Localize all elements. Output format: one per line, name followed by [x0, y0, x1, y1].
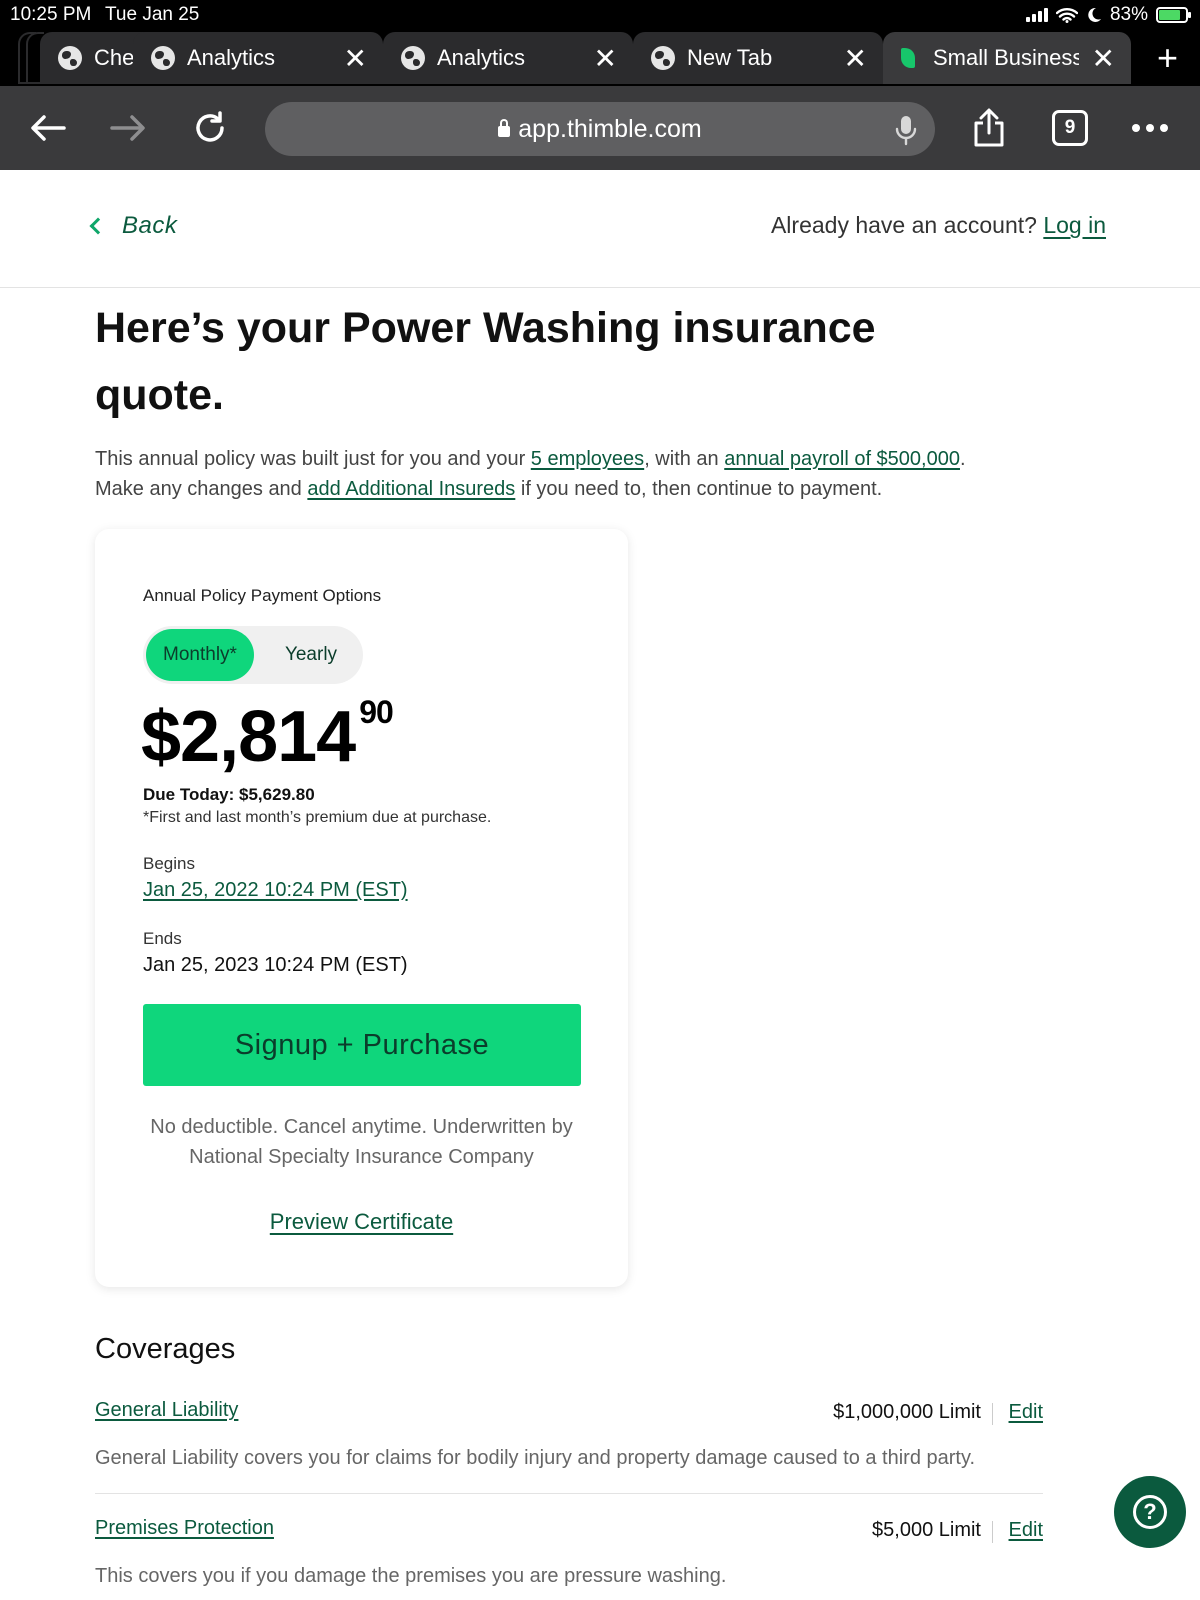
- coverage-description: General Liability covers you for claims …: [95, 1447, 976, 1469]
- intro-text-segment: , with an: [644, 448, 725, 470]
- share-icon[interactable]: [967, 106, 1011, 150]
- cellular-signal-icon: [1025, 8, 1048, 22]
- signup-purchase-button[interactable]: Signup + Purchase: [143, 1004, 581, 1086]
- battery-percent: 83%: [1109, 4, 1148, 25]
- intro-text-segment: .: [959, 448, 966, 470]
- forward-arrow-icon[interactable]: [106, 106, 150, 150]
- tab-title: Analytics: [187, 45, 276, 70]
- intro-text: This annual policy was built just for yo…: [95, 444, 1095, 504]
- price-dollars: $2,814: [141, 697, 356, 777]
- status-bar: 10:25 PM Tue Jan 25 83%: [0, 0, 1200, 30]
- tab-title: New Tab: [687, 45, 773, 70]
- status-indicators: 83%: [1025, 4, 1191, 26]
- close-tab-icon[interactable]: ✕: [594, 42, 617, 75]
- ends-date: Jan 25, 2023 10:24 PM (EST): [143, 954, 408, 976]
- address-bar[interactable]: app.thimble.com: [265, 102, 935, 156]
- begins-label: Begins: [143, 854, 195, 873]
- coverage-limit: $1,000,000 Limit: [833, 1401, 981, 1423]
- coverage-description: This covers you if you damage the premis…: [95, 1565, 727, 1587]
- tab-analytics-2[interactable]: Analytics ✕: [383, 32, 633, 84]
- more-menu-icon[interactable]: [1132, 124, 1168, 132]
- moon-icon: [1088, 7, 1101, 22]
- address-url: app.thimble.com: [518, 114, 702, 143]
- new-tab-button[interactable]: +: [1157, 38, 1178, 78]
- divider: [95, 1493, 1043, 1494]
- intro-text-segment: This annual policy was built just for yo…: [95, 448, 531, 470]
- general-liability-link[interactable]: General Liability: [95, 1399, 238, 1422]
- coverage-limit: $5,000 Limit: [872, 1519, 981, 1541]
- globe-icon: [401, 46, 425, 70]
- tab-analytics-1[interactable]: Analytics ✕: [133, 32, 383, 84]
- tab-title: Small Business: [933, 45, 1079, 70]
- tab-new-tab[interactable]: New Tab ✕: [633, 32, 883, 84]
- back-label: Back: [122, 212, 178, 239]
- login-link[interactable]: Log in: [1043, 212, 1106, 238]
- back-link[interactable]: Back: [86, 212, 177, 240]
- chevron-left-icon: [89, 217, 107, 235]
- tab-strip: Che Analytics ✕ Analytics ✕ New Tab ✕ Sm…: [0, 30, 1200, 86]
- due-today: Due Today: $5,629.80: [143, 785, 315, 804]
- back-arrow-icon[interactable]: [26, 106, 70, 150]
- additional-insureds-link[interactable]: add Additional Insureds: [307, 478, 515, 500]
- page-header: Back Already have an account? Log in: [0, 170, 1200, 288]
- reload-icon[interactable]: [188, 106, 232, 150]
- coverages-heading: Coverages: [95, 1333, 236, 1365]
- status-time: 10:25 PM: [10, 4, 92, 25]
- page-title: Here’s your Power Washing insurance quot…: [95, 304, 876, 419]
- coverage-item: Premises Protection $5,000 Limit Edit Th…: [95, 1517, 1043, 1597]
- help-button[interactable]: ?: [1114, 1476, 1186, 1548]
- divider: [992, 1521, 993, 1543]
- coverage-item: General Liability $1,000,000 Limit Edit …: [95, 1399, 1043, 1479]
- tab-count-button[interactable]: 9: [1052, 110, 1088, 146]
- payment-frequency-toggle: Monthly* Yearly: [143, 626, 363, 684]
- lock-icon: [498, 118, 511, 137]
- browser-toolbar: app.thimble.com 9: [0, 86, 1200, 170]
- yearly-option[interactable]: Yearly: [261, 629, 361, 681]
- account-prompt: Already have an account?: [770, 212, 1037, 238]
- close-tab-icon[interactable]: ✕: [1092, 42, 1115, 75]
- payment-options-label: Annual Policy Payment Options: [143, 586, 382, 605]
- intro-text-segment: if you need to, then continue to payment…: [515, 478, 883, 500]
- monthly-option[interactable]: Monthly*: [146, 629, 254, 681]
- battery-icon: [1156, 7, 1191, 23]
- begins-date-link[interactable]: Jan 25, 2022 10:24 PM (EST): [143, 879, 408, 902]
- ends-label: Ends: [143, 929, 182, 948]
- edit-coverage-link[interactable]: Edit: [1009, 1519, 1043, 1542]
- microphone-icon[interactable]: [895, 114, 917, 146]
- preview-certificate-link[interactable]: Preview Certificate: [95, 1209, 628, 1235]
- divider: [992, 1403, 993, 1425]
- tab-small-business[interactable]: Small Business ✕: [883, 32, 1131, 84]
- intro-text-segment: Make any changes and: [95, 478, 308, 500]
- payroll-link[interactable]: annual payroll of $500,000: [724, 448, 960, 470]
- premium-price: $2,814 90: [141, 694, 394, 790]
- tab-title: Analytics: [437, 45, 526, 70]
- globe-icon: [151, 46, 175, 70]
- globe-icon: [58, 46, 82, 70]
- thimble-favicon: [901, 48, 915, 68]
- quote-card: Annual Policy Payment Options Monthly* Y…: [95, 529, 628, 1287]
- close-tab-icon[interactable]: ✕: [344, 42, 367, 75]
- employees-link[interactable]: 5 employees: [531, 448, 644, 470]
- edit-coverage-link[interactable]: Edit: [1009, 1401, 1043, 1424]
- close-tab-icon[interactable]: ✕: [844, 42, 867, 75]
- premises-protection-link[interactable]: Premises Protection: [95, 1517, 274, 1540]
- wifi-icon: [1055, 8, 1078, 23]
- fine-print: No deductible. Cancel anytime. Underwrit…: [150, 1116, 573, 1168]
- login-prompt: Already have an account? Log in: [771, 212, 1106, 239]
- tab-title: Che: [94, 45, 135, 70]
- due-note: *First and last month’s premium due at p…: [143, 809, 492, 826]
- globe-icon: [651, 46, 675, 70]
- price-cents: 90: [359, 694, 394, 730]
- question-mark-icon: ?: [1133, 1495, 1167, 1529]
- status-date: Tue Jan 25: [105, 4, 200, 25]
